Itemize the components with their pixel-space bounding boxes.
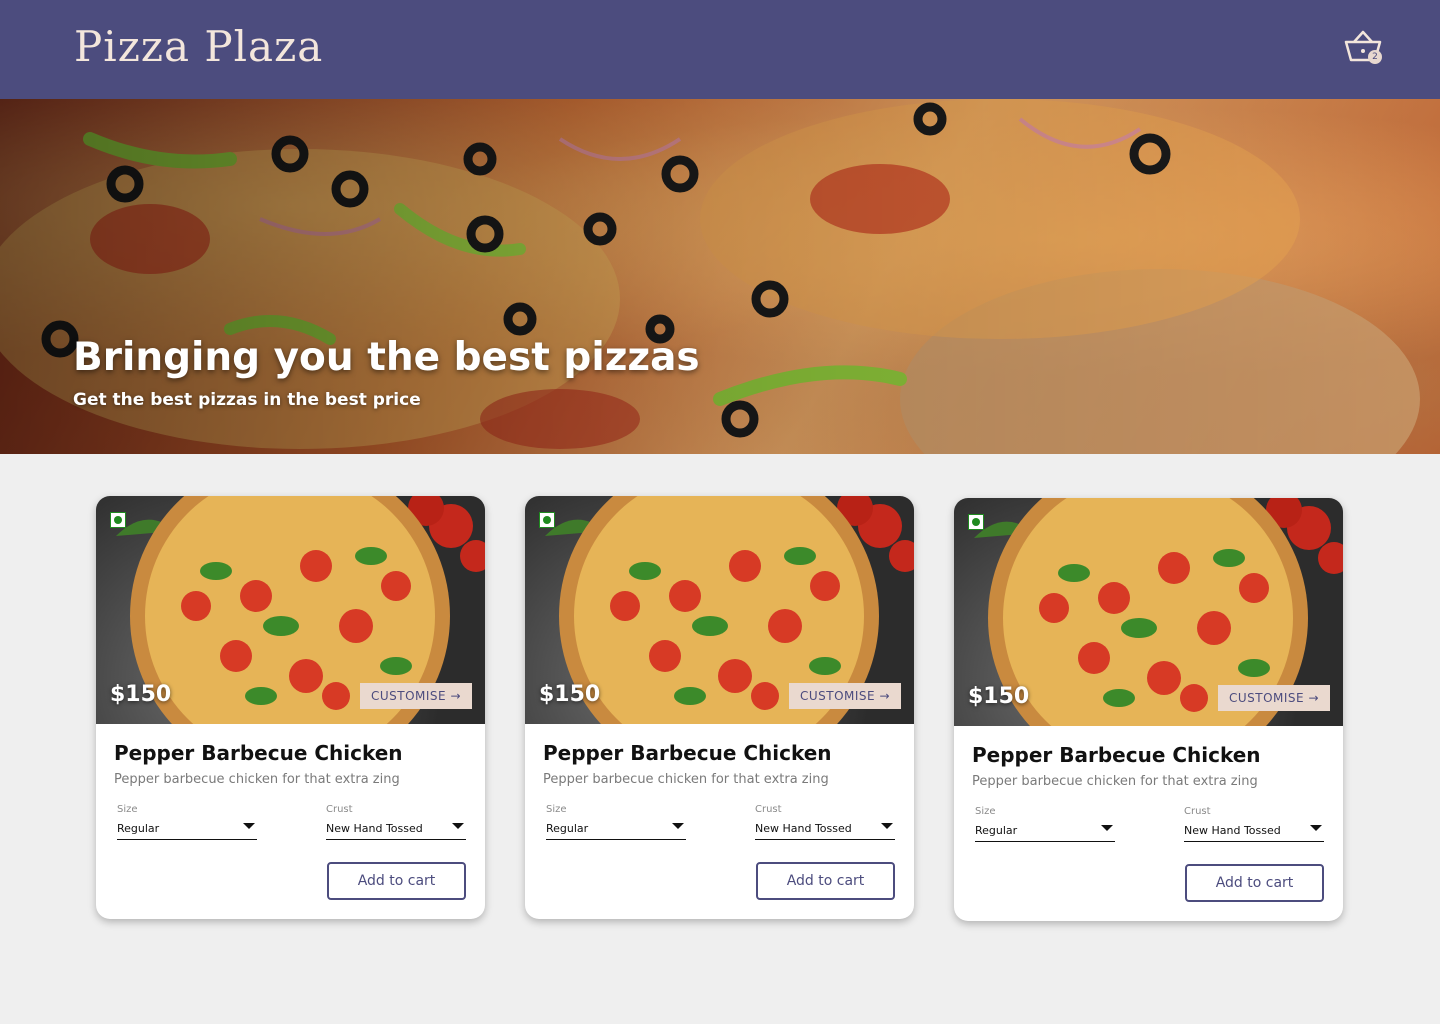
crust-dropdown[interactable]: New Hand Tossed: [326, 817, 466, 840]
size-label: Size: [117, 804, 138, 815]
chevron-down-icon: [452, 823, 464, 829]
chevron-down-icon: [1310, 825, 1322, 831]
crust-select[interactable]: Crust New Hand Tossed: [1184, 806, 1324, 842]
brand-logo[interactable]: Pizza Plaza: [74, 22, 323, 71]
crust-label: Crust: [755, 804, 782, 815]
hero-banner: Bringing you the best pizzas Get the bes…: [0, 99, 1440, 454]
size-label: Size: [975, 806, 996, 817]
chevron-down-icon: [881, 823, 893, 829]
size-label: Size: [546, 804, 567, 815]
product-description: Pepper barbecue chicken for that extra z…: [114, 772, 400, 787]
product-image[interactable]: $150 CUSTOMISE →: [525, 496, 914, 724]
size-value: Regular: [117, 822, 160, 835]
product-image[interactable]: $150 CUSTOMISE →: [954, 498, 1343, 726]
product-image[interactable]: $150 CUSTOMISE →: [96, 496, 485, 724]
customise-button[interactable]: CUSTOMISE →: [1218, 685, 1330, 711]
size-dropdown[interactable]: Regular: [117, 817, 257, 840]
product-card: $150 CUSTOMISE → Pepper Barbecue Chicken…: [525, 496, 914, 919]
product-name: Pepper Barbecue Chicken: [114, 741, 403, 765]
chevron-down-icon: [672, 823, 684, 829]
crust-select[interactable]: Crust New Hand Tossed: [326, 804, 466, 840]
product-name: Pepper Barbecue Chicken: [972, 743, 1261, 767]
crust-dropdown[interactable]: New Hand Tossed: [755, 817, 895, 840]
size-value: Regular: [546, 822, 589, 835]
crust-value: New Hand Tossed: [1184, 824, 1281, 837]
crust-value: New Hand Tossed: [755, 822, 852, 835]
top-nav: Pizza Plaza 2: [0, 0, 1440, 99]
crust-label: Crust: [326, 804, 353, 815]
product-price: $150: [539, 682, 601, 707]
crust-label: Crust: [1184, 806, 1211, 817]
product-description: Pepper barbecue chicken for that extra z…: [543, 772, 829, 787]
size-value: Regular: [975, 824, 1018, 837]
crust-dropdown[interactable]: New Hand Tossed: [1184, 819, 1324, 842]
product-card: $150 CUSTOMISE → Pepper Barbecue Chicken…: [96, 496, 485, 919]
customise-button[interactable]: CUSTOMISE →: [360, 683, 472, 709]
cart-button[interactable]: 2: [1342, 28, 1384, 68]
cart-count-badge: 2: [1368, 50, 1382, 64]
veg-indicator-icon: [968, 514, 984, 530]
chevron-down-icon: [1101, 825, 1113, 831]
chevron-down-icon: [243, 823, 255, 829]
product-card: $150 CUSTOMISE → Pepper Barbecue Chicken…: [954, 498, 1343, 921]
customise-button[interactable]: CUSTOMISE →: [789, 683, 901, 709]
size-select[interactable]: Size Regular: [117, 804, 257, 840]
size-select[interactable]: Size Regular: [975, 806, 1115, 842]
product-price: $150: [968, 684, 1030, 709]
size-dropdown[interactable]: Regular: [975, 819, 1115, 842]
hero-subtitle: Get the best pizzas in the best price: [73, 390, 421, 410]
product-price: $150: [110, 682, 172, 707]
size-dropdown[interactable]: Regular: [546, 817, 686, 840]
veg-indicator-icon: [110, 512, 126, 528]
product-name: Pepper Barbecue Chicken: [543, 741, 832, 765]
add-to-cart-button[interactable]: Add to cart: [756, 862, 895, 900]
size-select[interactable]: Size Regular: [546, 804, 686, 840]
hero-title: Bringing you the best pizzas: [73, 335, 700, 380]
add-to-cart-button[interactable]: Add to cart: [1185, 864, 1324, 902]
veg-indicator-icon: [539, 512, 555, 528]
crust-select[interactable]: Crust New Hand Tossed: [755, 804, 895, 840]
product-description: Pepper barbecue chicken for that extra z…: [972, 774, 1258, 789]
add-to-cart-button[interactable]: Add to cart: [327, 862, 466, 900]
crust-value: New Hand Tossed: [326, 822, 423, 835]
